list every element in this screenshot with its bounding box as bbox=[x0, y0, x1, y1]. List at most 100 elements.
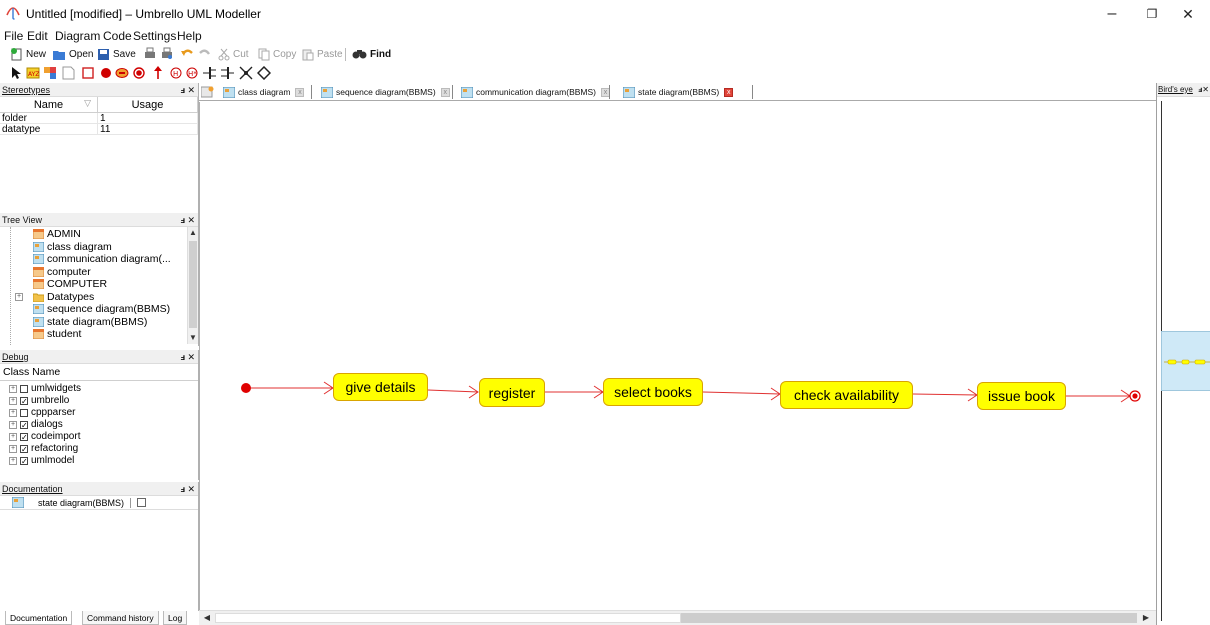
scroll-right-icon[interactable]: ▶ bbox=[1140, 612, 1152, 624]
column-usage[interactable]: Usage bbox=[98, 97, 198, 112]
dock-float-close-icon[interactable]: ⅎ ✕ bbox=[180, 83, 195, 97]
table-row[interactable]: folder 1 bbox=[0, 113, 198, 124]
checkbox-checked[interactable]: ✓ bbox=[20, 457, 28, 466]
tree-item[interactable]: computer bbox=[33, 266, 188, 279]
scroll-thumb[interactable] bbox=[681, 613, 1137, 623]
scroll-track[interactable] bbox=[215, 613, 681, 623]
transition-line[interactable] bbox=[702, 391, 781, 395]
scroll-thumb[interactable] bbox=[189, 241, 197, 328]
table-row[interactable]: datatype 11 bbox=[0, 124, 198, 135]
debug-column-header[interactable]: Class Name bbox=[0, 364, 198, 381]
debug-item[interactable]: + ✓ codeimport bbox=[9, 431, 198, 443]
cut-button[interactable]: Cut bbox=[218, 46, 249, 62]
choice-tool-icon[interactable] bbox=[257, 66, 271, 80]
birds-eye-viewport[interactable] bbox=[1161, 331, 1210, 391]
history-tool-icon[interactable]: H bbox=[170, 67, 182, 79]
expand-icon[interactable]: + bbox=[9, 457, 17, 465]
checkbox-checked[interactable]: ✓ bbox=[20, 445, 28, 454]
print-icon[interactable] bbox=[143, 47, 157, 61]
checkbox-unchecked[interactable] bbox=[20, 385, 28, 393]
junction-tool-icon[interactable] bbox=[239, 66, 253, 80]
close-button[interactable]: ✕ bbox=[1170, 4, 1206, 24]
bottom-tab-command-history[interactable]: Command history bbox=[82, 611, 159, 625]
end-state-icon[interactable] bbox=[133, 67, 145, 79]
expand-icon[interactable]: + bbox=[9, 445, 17, 453]
state-tool-icon[interactable] bbox=[115, 67, 129, 79]
dock-float-close-icon[interactable]: ⅎ ✕ bbox=[180, 482, 195, 496]
tree-item[interactable]: + Datatypes bbox=[15, 291, 188, 304]
scroll-up-icon[interactable]: ▲ bbox=[188, 227, 198, 239]
tab-sequence-diagram[interactable]: sequence diagram(BBMS) x bbox=[321, 84, 450, 100]
transition-tool-icon[interactable] bbox=[153, 66, 163, 80]
new-tab-icon[interactable] bbox=[201, 86, 214, 98]
expand-icon[interactable]: + bbox=[9, 433, 17, 441]
checkbox-checked[interactable]: ✓ bbox=[20, 433, 28, 442]
expand-icon[interactable]: + bbox=[9, 409, 17, 417]
transition-line[interactable] bbox=[427, 389, 479, 393]
tree-item[interactable]: communication diagram(... bbox=[33, 253, 188, 266]
box-tool-icon[interactable] bbox=[82, 67, 94, 79]
checkbox-checked[interactable]: ✓ bbox=[20, 421, 28, 430]
dock-float-close-icon[interactable]: ⅎ✕ bbox=[1198, 83, 1209, 97]
tab-close-icon[interactable]: x bbox=[724, 87, 734, 97]
join-tool-icon[interactable] bbox=[221, 66, 235, 80]
print-preview-icon[interactable] bbox=[160, 47, 174, 61]
debug-item[interactable]: + umlwidgets bbox=[9, 383, 198, 395]
state-register[interactable]: register bbox=[479, 378, 545, 407]
state-issue-book[interactable]: issue book bbox=[977, 382, 1066, 410]
documentation-checkbox[interactable] bbox=[137, 498, 147, 507]
dock-float-close-icon[interactable]: ⅎ ✕ bbox=[180, 350, 195, 364]
menu-edit[interactable]: Edit bbox=[27, 29, 48, 43]
tree-scrollbar[interactable]: ▲ ▼ bbox=[187, 227, 198, 344]
menu-file[interactable]: File bbox=[4, 29, 23, 43]
bottom-tab-log[interactable]: Log bbox=[163, 611, 188, 625]
dock-float-close-icon[interactable]: ⅎ ✕ bbox=[180, 213, 195, 227]
menu-code[interactable]: Code bbox=[103, 29, 132, 43]
transition-line[interactable] bbox=[912, 393, 978, 396]
open-button[interactable]: Open bbox=[52, 46, 93, 62]
diagram-canvas[interactable]: give details register select books check… bbox=[199, 102, 1156, 610]
deep-history-icon[interactable]: H* bbox=[186, 67, 198, 79]
copy-button[interactable]: Copy bbox=[258, 46, 296, 62]
tree-item[interactable]: student bbox=[33, 328, 188, 341]
initial-state[interactable] bbox=[241, 383, 251, 393]
canvas-horizontal-scrollbar[interactable]: ◀ ▶ bbox=[199, 610, 1156, 625]
debug-item[interactable]: + ✓ umbrello bbox=[9, 395, 198, 407]
scroll-left-icon[interactable]: ◀ bbox=[201, 612, 213, 624]
restore-button[interactable]: ❐ bbox=[1134, 4, 1170, 24]
tree-item[interactable]: sequence diagram(BBMS) bbox=[33, 303, 188, 316]
undo-icon[interactable] bbox=[180, 47, 194, 61]
tab-class-diagram[interactable]: class diagram x bbox=[223, 84, 305, 100]
tree-item[interactable]: class diagram bbox=[33, 241, 188, 254]
expand-icon[interactable]: + bbox=[9, 385, 17, 393]
tree-item[interactable]: COMPUTER bbox=[33, 278, 188, 291]
column-name[interactable]: Name ▽ bbox=[0, 97, 98, 112]
state-give-details[interactable]: give details bbox=[333, 373, 428, 401]
state-select-books[interactable]: select books bbox=[603, 378, 703, 406]
fork-tool-icon[interactable] bbox=[203, 66, 217, 80]
tree-item[interactable]: state diagram(BBMS) bbox=[33, 316, 188, 329]
save-button[interactable]: Save bbox=[97, 46, 136, 62]
find-button[interactable]: Find bbox=[352, 46, 391, 62]
tree-item[interactable]: ADMIN bbox=[33, 228, 188, 241]
tab-state-diagram[interactable]: state diagram(BBMS) x bbox=[623, 84, 734, 100]
state-check-availability[interactable]: check availability bbox=[780, 381, 913, 409]
minimize-button[interactable]: – bbox=[1094, 4, 1130, 24]
menu-help[interactable]: Help bbox=[177, 29, 202, 43]
new-button[interactable]: New bbox=[10, 46, 46, 62]
initial-state-icon[interactable] bbox=[100, 67, 112, 79]
paste-button[interactable]: Paste bbox=[302, 46, 343, 62]
expand-icon[interactable]: + bbox=[9, 397, 17, 405]
documentation-text-area[interactable] bbox=[0, 510, 198, 608]
menu-settings[interactable]: Settings bbox=[133, 29, 176, 43]
debug-item[interactable]: + ✓ refactoring bbox=[9, 443, 198, 455]
expand-icon[interactable]: + bbox=[15, 292, 23, 301]
expand-icon[interactable]: + bbox=[9, 421, 17, 429]
redo-icon[interactable] bbox=[198, 47, 212, 61]
checkbox-unchecked[interactable] bbox=[20, 409, 28, 417]
debug-item[interactable]: + ✓ dialogs bbox=[9, 419, 198, 431]
anchor-tool-icon[interactable]: AYZ bbox=[26, 66, 40, 80]
checkbox-checked[interactable]: ✓ bbox=[20, 397, 28, 406]
tab-close-icon[interactable]: x bbox=[295, 87, 305, 97]
bottom-tab-documentation[interactable]: Documentation bbox=[5, 611, 73, 625]
